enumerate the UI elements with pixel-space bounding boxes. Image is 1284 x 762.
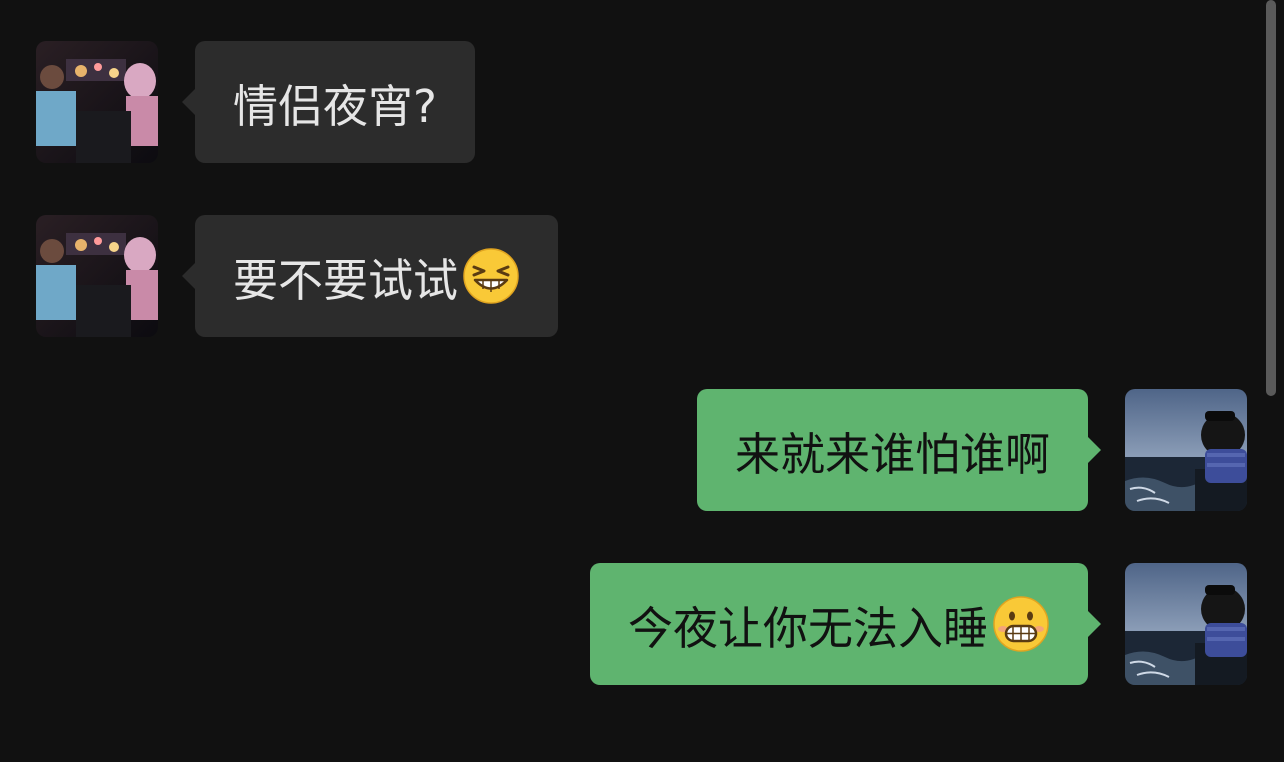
contact-avatar[interactable] — [36, 215, 158, 337]
message-bubble-outgoing[interactable]: 今夜让你无法入睡 — [589, 563, 1101, 685]
chat-view: 情侣夜宵? 要不要试试 来就来谁怕谁啊 今夜让你无法入睡 — [0, 0, 1284, 762]
message-text: 来就来谁怕谁啊 — [734, 427, 1050, 481]
message-text: 今夜让你无法入睡 — [627, 601, 988, 655]
bubble-tail — [1088, 437, 1101, 463]
message-text: 情侣夜宵? — [233, 79, 437, 133]
message-text: 要不要试试 — [233, 253, 459, 307]
scrollbar[interactable] — [1266, 0, 1276, 396]
bubble-tail — [182, 263, 195, 289]
bubble-tail — [182, 89, 195, 115]
user-avatar[interactable] — [1125, 563, 1247, 685]
grinning-squinting-face-icon — [462, 247, 520, 305]
message-bubble-incoming[interactable]: 情侣夜宵? — [182, 41, 475, 163]
contact-avatar[interactable] — [36, 41, 158, 163]
message-bubble-incoming[interactable]: 要不要试试 — [182, 215, 559, 337]
user-avatar[interactable] — [1125, 389, 1247, 511]
grimacing-face-icon — [992, 595, 1050, 653]
bubble-tail — [1088, 611, 1101, 637]
message-bubble-outgoing[interactable]: 来就来谁怕谁啊 — [696, 389, 1101, 511]
